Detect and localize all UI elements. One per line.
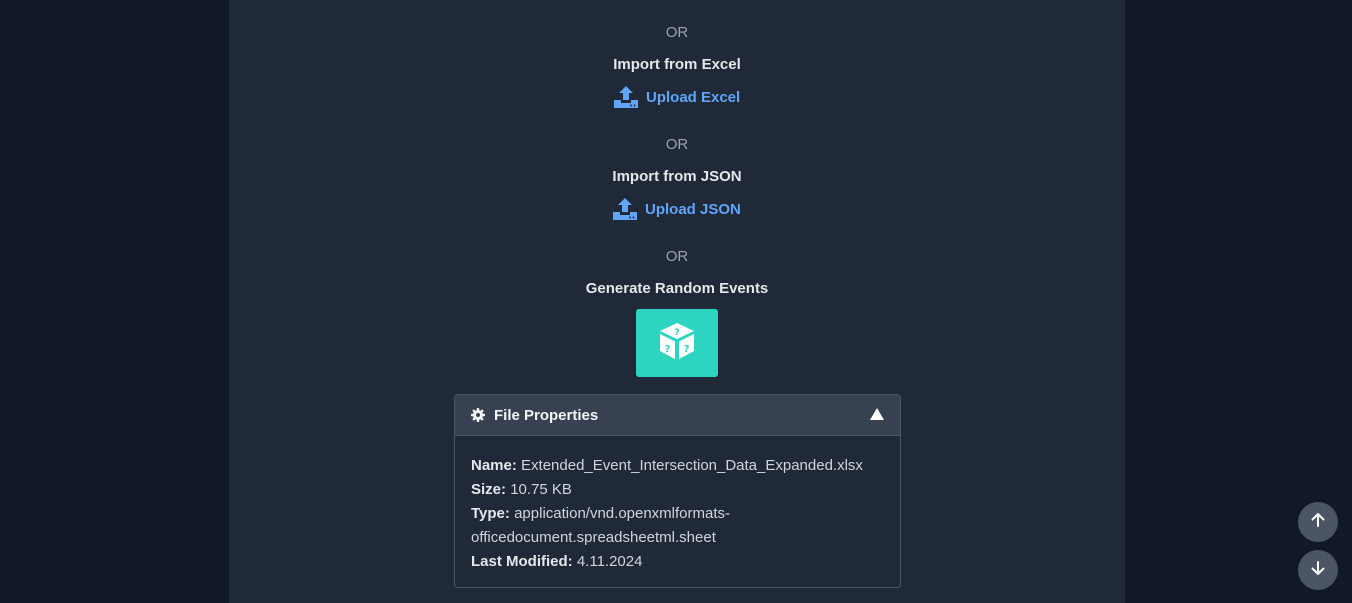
triangle-up-icon[interactable] [870, 408, 884, 420]
file-properties-title: File Properties [494, 406, 599, 424]
file-size-value: 10.75 KB [510, 481, 572, 498]
upload-icon [612, 197, 638, 221]
scroll-down-button[interactable] [1298, 550, 1338, 590]
file-size-row: Size: 10.75 KB [471, 478, 884, 502]
generate-random-events-button[interactable]: ? ? ? [636, 309, 718, 377]
dice-icon: ? ? ? [656, 320, 698, 367]
upload-excel-label: Upload Excel [646, 88, 741, 106]
json-import-heading: Import from JSON [612, 168, 742, 185]
file-properties-body: Name: Extended_Event_Intersection_Data_E… [455, 436, 900, 574]
or-divider-3: OR [665, 248, 689, 265]
file-name-row: Name: Extended_Event_Intersection_Data_E… [471, 454, 884, 478]
file-type-value-line1: application/vnd.openxmlformats- [514, 505, 731, 522]
svg-text:?: ? [665, 344, 671, 355]
file-properties-panel: File Properties Name: Extended_Event_Int… [454, 394, 901, 588]
file-modified-label: Last Modified: [471, 553, 573, 570]
svg-text:?: ? [684, 344, 690, 355]
file-type-row-continued: officedocument.spreadsheetml.sheet [471, 526, 884, 550]
file-size-label: Size: [471, 481, 507, 498]
main-panel: OR Import from Excel Upload Excel OR Imp… [229, 0, 1125, 603]
file-type-value-line2: officedocument.spreadsheetml.sheet [471, 529, 716, 546]
file-type-row: Type: application/vnd.openxmlformats- [471, 502, 884, 526]
arrow-up-icon [1310, 512, 1326, 533]
file-properties-header[interactable]: File Properties [455, 395, 900, 436]
upload-icon [613, 85, 639, 109]
random-events-heading: Generate Random Events [585, 280, 769, 297]
or-divider-1: OR [665, 24, 689, 41]
svg-text:?: ? [674, 328, 679, 338]
or-divider-2: OR [665, 136, 689, 153]
upload-json-button[interactable]: Upload JSON [612, 197, 741, 221]
file-type-label: Type: [471, 505, 510, 522]
file-name-label: Name: [471, 457, 517, 474]
excel-import-heading: Import from Excel [613, 56, 741, 73]
file-modified-value: 4.11.2024 [576, 553, 643, 570]
arrow-down-icon [1310, 560, 1326, 581]
upload-excel-button[interactable]: Upload Excel [613, 85, 740, 109]
gear-icon [471, 408, 485, 422]
file-modified-row: Last Modified: 4.11.2024 [471, 550, 884, 574]
upload-json-label: Upload JSON [645, 200, 741, 218]
scroll-up-button[interactable] [1298, 502, 1338, 542]
file-name-value: Extended_Event_Intersection_Data_Expande… [521, 457, 863, 474]
